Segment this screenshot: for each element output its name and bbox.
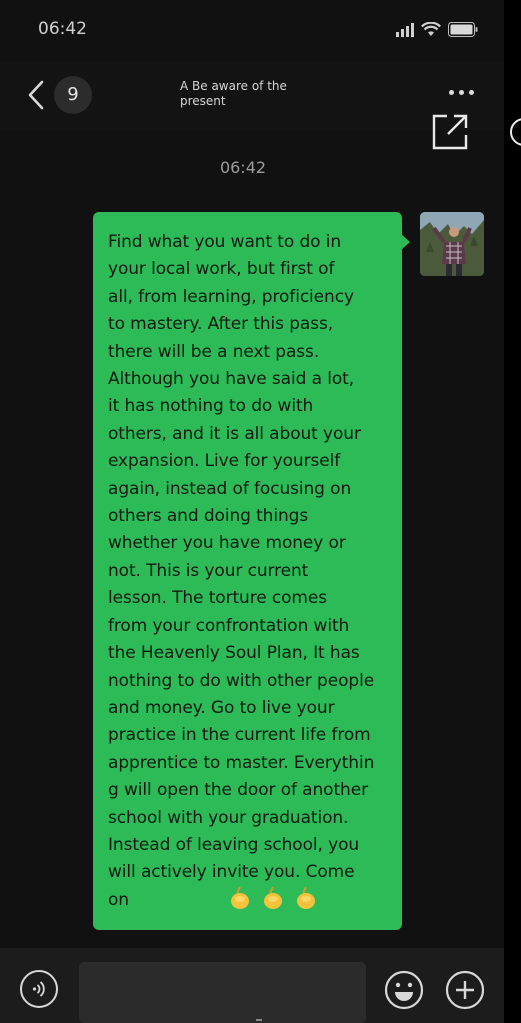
fist-emoji [264, 886, 282, 909]
message-bubble[interactable]: Find what you want to do in your local w… [93, 212, 402, 930]
plus-icon[interactable] [445, 970, 485, 1010]
input-bar [0, 948, 504, 1023]
emoji-row [228, 886, 318, 910]
status-time: 06:42 [38, 19, 87, 39]
status-icons [396, 22, 478, 37]
more-dots-icon[interactable] [449, 90, 474, 95]
message-input[interactable] [79, 962, 366, 1023]
voice-icon[interactable] [20, 970, 58, 1008]
avatar[interactable] [420, 212, 484, 276]
message-text: Find what you want to do in your local w… [108, 232, 375, 910]
edge-strip [504, 0, 521, 1023]
external-link-icon[interactable] [432, 114, 468, 150]
fist-emoji [297, 886, 315, 909]
battery-icon [448, 22, 478, 37]
wifi-icon [421, 22, 441, 37]
chat-title: A Be aware of the present [180, 79, 287, 108]
smiley-icon[interactable] [384, 970, 424, 1010]
signal-icon [396, 23, 414, 37]
chevron-left-icon[interactable] [24, 78, 48, 112]
fist-emoji [231, 886, 249, 909]
unread-count-badge[interactable]: 9 [54, 76, 92, 114]
chat-header: 9 A Be aware of the present [0, 62, 504, 130]
bubble-tail [401, 234, 410, 250]
status-bar: 06:42 [0, 0, 504, 60]
chat-screen: 06:42 9 A Be aware of the present 06:42 … [0, 0, 504, 1023]
home-indicator [256, 1019, 262, 1021]
message-timestamp: 06:42 [219, 158, 267, 177]
